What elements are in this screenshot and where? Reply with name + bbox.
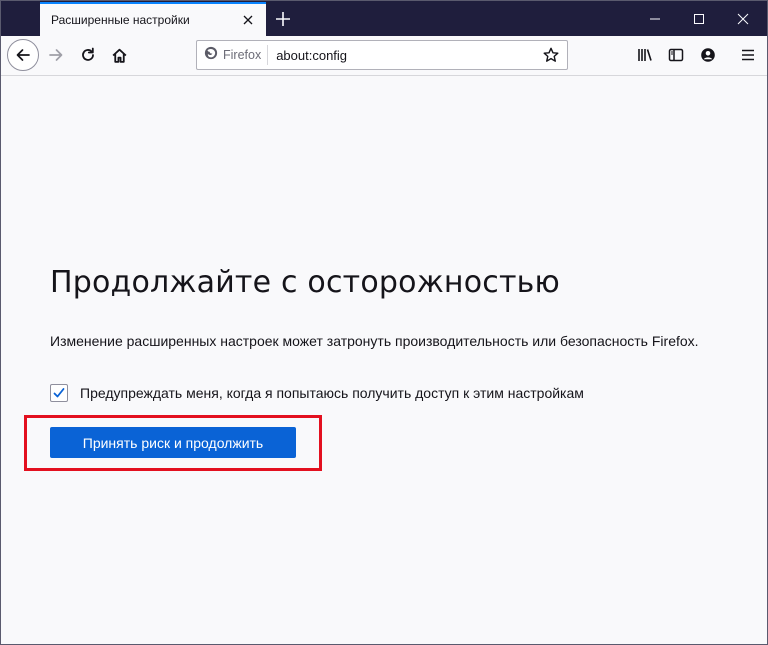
minimize-button[interactable] [633,1,677,36]
maximize-button[interactable] [677,1,721,36]
identity-label: Firefox [223,48,262,62]
back-arrow-icon[interactable] [7,39,39,71]
tab-title: Расширенные настройки [51,13,190,27]
star-icon[interactable] [538,42,564,68]
reload-icon[interactable] [73,40,103,70]
library-icon[interactable] [630,40,660,70]
close-tab-icon[interactable] [236,8,260,32]
page-title: Продолжайте с осторожностью [50,265,561,300]
close-window-button[interactable] [721,1,765,36]
identity-box[interactable]: Firefox [197,45,269,65]
sidebar-icon[interactable] [661,40,691,70]
warning-checkbox-row[interactable]: Предупреждать меня, когда я попытаюсь по… [50,384,584,402]
url-bar[interactable]: Firefox about:config [196,40,568,70]
home-icon[interactable] [104,40,134,70]
hamburger-menu-icon[interactable] [733,40,763,70]
url-input[interactable]: about:config [276,48,538,63]
new-tab-button[interactable] [269,5,297,33]
forward-arrow-icon[interactable] [41,40,71,70]
firefox-logo-icon [204,46,218,65]
warning-description: Изменение расширенных настроек может зат… [50,333,699,349]
page-content: Продолжайте с осторожностью Изменение ра… [1,77,767,644]
account-icon[interactable] [693,40,723,70]
navigation-toolbar: Firefox about:config [1,36,767,76]
warning-checkbox[interactable] [50,384,68,402]
browser-window: Расширенные настройки Firefox about:conf… [0,0,768,645]
accept-risk-button[interactable]: Принять риск и продолжить [50,427,296,458]
tab-advanced-settings[interactable]: Расширенные настройки [40,2,266,36]
warning-checkbox-label[interactable]: Предупреждать меня, когда я попытаюсь по… [80,385,584,401]
tab-strip: Расширенные настройки [1,1,767,36]
